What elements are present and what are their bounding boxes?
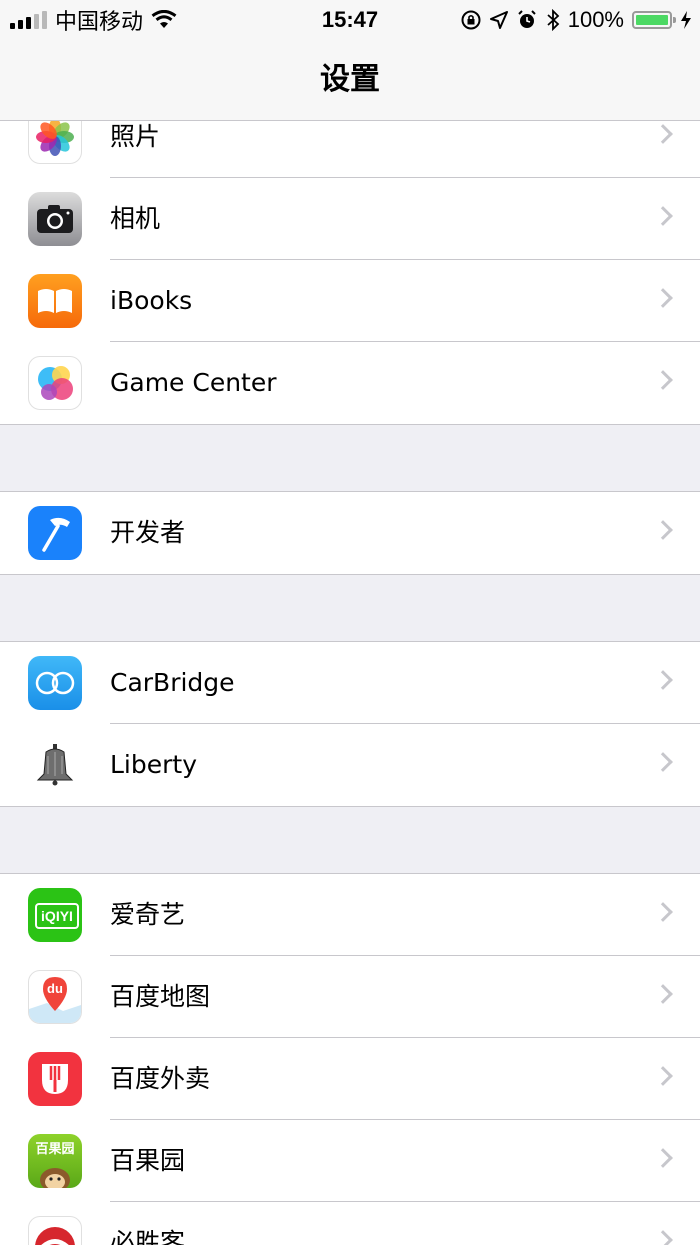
baiguoyuan-icon: 百果园 [28, 1134, 82, 1188]
settings-row-developer[interactable]: 开发者 [0, 492, 700, 574]
settings-group: 照片 相机 iBooks Game Center [0, 121, 700, 425]
settings-list[interactable]: 照片 相机 iBooks Game Center 开发者 CarBridge L… [0, 121, 700, 1245]
location-icon [489, 11, 508, 29]
game-center-icon [28, 356, 82, 410]
settings-row-game-center[interactable]: Game Center [0, 342, 700, 424]
row-label: iBooks [110, 286, 193, 315]
chevron-right-icon [653, 902, 673, 922]
status-right: 100% [460, 0, 692, 40]
settings-row-pizza-hut[interactable]: 必胜客 [0, 1202, 700, 1245]
chevron-right-icon [653, 288, 673, 308]
developer-hammer-icon [28, 506, 82, 560]
settings-group: CarBridge Liberty [0, 641, 700, 807]
settings-row-iqiyi[interactable]: iQIYI 爱奇艺 [0, 874, 700, 956]
alarm-icon [518, 10, 536, 28]
settings-group: 开发者 [0, 491, 700, 575]
baidu-logo-text: du [47, 981, 63, 996]
chevron-right-icon [653, 206, 673, 226]
navigation-bar: 设置 [0, 40, 700, 121]
iqiyi-logo-text: iQIYI [35, 903, 79, 929]
settings-row-photos[interactable]: 照片 [0, 121, 700, 178]
chevron-right-icon [653, 124, 673, 144]
iqiyi-icon: iQIYI [28, 888, 82, 942]
row-label: CarBridge [110, 668, 235, 697]
chevron-right-icon [653, 752, 673, 772]
row-label: 百度外卖 [110, 1064, 211, 1093]
settings-row-baiguoyuan[interactable]: 百果园 百果园 [0, 1120, 700, 1202]
settings-row-baidu-waimai[interactable]: 百度外卖 [0, 1038, 700, 1120]
chevron-right-icon [653, 520, 673, 540]
status-bar: 中国移动 15:47 100% [0, 0, 700, 40]
row-label: 百度地图 [110, 982, 211, 1011]
chevron-right-icon [653, 984, 673, 1004]
baidu-waimai-icon [28, 1052, 82, 1106]
settings-row-liberty[interactable]: Liberty [0, 724, 700, 806]
charging-bolt-icon [681, 11, 691, 29]
chevron-right-icon [653, 1230, 673, 1245]
baidu-maps-icon: du [28, 970, 82, 1024]
orientation-lock-icon [461, 10, 481, 30]
row-label: 相机 [110, 204, 161, 233]
row-label: 照片 [110, 122, 161, 151]
camera-icon [28, 192, 82, 246]
row-label: 开发者 [110, 518, 186, 547]
chevron-right-icon [653, 370, 673, 390]
chevron-right-icon [653, 670, 673, 690]
settings-row-camera[interactable]: 相机 [0, 178, 700, 260]
battery-icon [632, 11, 676, 29]
row-label: 必胜客 [110, 1228, 186, 1245]
page-title: 设置 [320, 62, 380, 97]
liberty-bell-icon [28, 738, 82, 792]
battery-percent: 100% [567, 7, 624, 32]
settings-row-baidu-maps[interactable]: du 百度地图 [0, 956, 700, 1038]
bluetooth-icon [547, 9, 560, 31]
chevron-right-icon [653, 1148, 673, 1168]
photos-icon [28, 121, 82, 164]
row-label: Liberty [110, 750, 197, 779]
settings-row-ibooks[interactable]: iBooks [0, 260, 700, 342]
pizza-hut-icon [28, 1216, 82, 1245]
chevron-right-icon [653, 1066, 673, 1086]
row-label: 百果园 [110, 1146, 186, 1175]
carbridge-icon [28, 656, 82, 710]
settings-group: iQIYI 爱奇艺 du 百度地图 百度外卖 百果园 百果园 必胜客 [0, 873, 700, 1245]
ibooks-icon [28, 274, 82, 328]
row-label: 爱奇艺 [110, 900, 186, 929]
settings-row-carbridge[interactable]: CarBridge [0, 642, 700, 724]
row-label: Game Center [110, 368, 277, 397]
